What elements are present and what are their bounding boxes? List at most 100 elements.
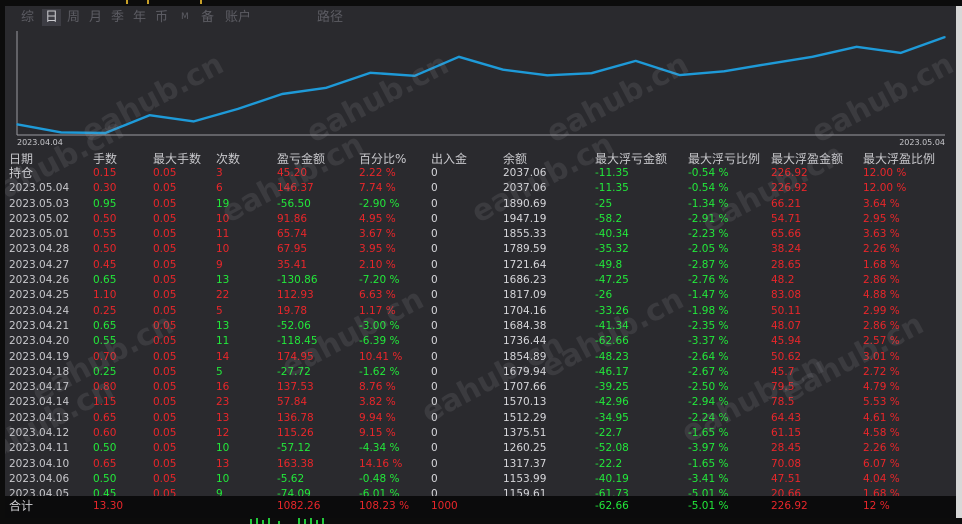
cell-mflp: -1.65 % — [688, 457, 729, 470]
balance-point-8 — [369, 72, 372, 74]
cell-pnl: -130.86 — [277, 274, 318, 287]
cell-pnl: -52.06 — [277, 319, 311, 332]
tab-3[interactable]: 月 — [89, 9, 102, 26]
cell-lots: 0.50 — [93, 212, 117, 225]
col-header-10[interactable]: 最大浮盈金额 — [771, 151, 843, 167]
col-header-8[interactable]: 最大浮亏金额 — [595, 151, 667, 167]
cell-lots: 0.95 — [93, 197, 117, 210]
table-row[interactable]: 2023.05.01 0.55 0.05 11 65.74 3.67 % 0 1855.33 -… — [5, 227, 956, 242]
table-row[interactable]: 2023.04.20 0.55 0.05 11 -118.45 -6.39 % 0 1736.… — [5, 334, 956, 349]
cell-pnl: 57.84 — [277, 396, 308, 409]
table-row[interactable]: 2023.04.12 0.60 0.05 12 115.26 9.15 % 0 1375.51… — [5, 426, 956, 441]
table-row[interactable]: 2023.04.17 0.80 0.05 16 137.53 8.76 % 0 1707.66… — [5, 380, 956, 395]
cell-mflp: -1.98 % — [688, 304, 729, 317]
table-row[interactable]: 2023.04.18 0.25 0.05 5 -27.72 -1.62 % 0 1679.94… — [5, 365, 956, 380]
table-row[interactable]: 2023.05.02 0.50 0.05 10 91.86 4.95 % 0 1947.19 -… — [5, 212, 956, 227]
cell-pct: 3.82 % — [359, 396, 396, 409]
cell-bal: 1890.69 — [503, 197, 547, 210]
col-header-4[interactable]: 盈亏金额 — [277, 151, 325, 167]
cell-count: 11 — [216, 335, 230, 348]
table-row[interactable]: 2023.04.28 0.50 0.05 10 67.95 3.95 % 0 1789.59 -… — [5, 242, 956, 257]
balance-point-21 — [944, 36, 946, 38]
col-header-3[interactable]: 次数 — [216, 151, 240, 167]
cell-lots: 0.25 — [93, 365, 117, 378]
col-header-7[interactable]: 余额 — [503, 151, 527, 167]
tab-1[interactable]: 日 — [42, 9, 62, 26]
cell-bal: 1704.16 — [503, 304, 547, 317]
cell-mfl: -47.25 — [595, 274, 629, 287]
cell-flow: 0 — [431, 442, 438, 455]
total-label: 合计 — [9, 499, 34, 513]
tab-6[interactable]: 币 — [155, 9, 168, 26]
cell-mfpp: 5.53 % — [863, 396, 900, 409]
balance-point-0 — [16, 123, 18, 126]
table-row[interactable]: 2023.04.27 0.45 0.05 9 35.41 2.10 % 0 1721.64 -4… — [5, 258, 956, 273]
cell-lots: 0.65 — [93, 411, 117, 424]
table-row[interactable]: 2023.04.06 0.50 0.05 10 -5.62 -0.48 % 0 1153.99… — [5, 472, 956, 487]
table-row[interactable]: 2023.05.04 0.30 0.05 6 146.37 7.74 % 0 2037.06 -… — [5, 181, 956, 196]
tab-4[interactable]: 季 — [111, 9, 124, 26]
balance-chart: 2023.04.04 2023.05.04 — [16, 31, 946, 147]
cell-date: 2023.04.19 — [9, 350, 70, 363]
col-header-1[interactable]: 手数 — [93, 151, 117, 167]
balance-point-11 — [502, 68, 504, 71]
cell-mflp: -2.64 % — [688, 350, 729, 363]
cell-bal: 1679.94 — [503, 365, 547, 378]
tab-7[interactable]: M — [181, 9, 189, 26]
table-header: 日期 手数 最大手数 次数 盈亏金额 百分比% 出入金 余额 最大浮亏金额 最大浮亏比例 最大浮盈金… — [5, 151, 956, 167]
balance-point-19 — [855, 46, 858, 48]
cell-mfl: -62.66 — [595, 335, 629, 348]
table-row[interactable]: 2023.04.14 1.15 0.05 23 57.84 3.82 % 0 1570.13 -… — [5, 395, 956, 410]
col-header-5[interactable]: 百分比% — [359, 151, 406, 167]
total-max-float-loss: -62.66 — [595, 500, 629, 512]
cell-mfp: 61.15 — [771, 427, 802, 440]
col-header-2[interactable]: 最大手数 — [153, 151, 201, 167]
cell-date: 2023.04.24 — [9, 304, 70, 317]
cell-lots: 0.55 — [93, 335, 117, 348]
table-body: 持仓 0.15 0.05 3 45.20 2.22 % 0 2037.06 -11.35 -0.5… — [5, 166, 956, 518]
col-header-0[interactable]: 日期 — [9, 151, 33, 167]
tab-10[interactable]: 路径 — [317, 9, 343, 26]
col-header-6[interactable]: 出入金 — [431, 151, 467, 167]
table-row[interactable]: 2023.04.25 1.10 0.05 22 112.93 6.63 % 0 1817.09… — [5, 288, 956, 303]
cell-bal: 1721.64 — [503, 258, 547, 271]
cell-date: 2023.04.11 — [9, 442, 70, 455]
cell-mflp: -0.54 % — [688, 182, 729, 195]
table-row[interactable]: 2023.04.24 0.25 0.05 5 19.78 1.17 % 0 1704.16 -3… — [5, 304, 956, 319]
table-row[interactable]: 2023.04.26 0.65 0.05 13 -130.86 -7.20 % 0 1686.… — [5, 273, 956, 288]
tab-5[interactable]: 年 — [133, 9, 146, 26]
cell-mfp: 226.92 — [771, 182, 808, 195]
cell-date: 2023.04.06 — [9, 472, 70, 485]
table-row[interactable]: 2023.04.10 0.65 0.05 13 163.38 14.16 % 0 1317.3… — [5, 457, 956, 472]
cell-count: 6 — [216, 182, 223, 195]
balance-point-18 — [811, 56, 814, 58]
balance-point-14 — [634, 60, 637, 62]
table-row[interactable]: 2023.04.13 0.65 0.05 13 136.78 9.94 % 0 1512.29… — [5, 411, 956, 426]
cell-mfpp: 2.57 % — [863, 335, 900, 348]
cell-mflp: -1.47 % — [688, 289, 729, 302]
table-row[interactable]: 持仓 0.15 0.05 3 45.20 2.22 % 0 2037.06 -11.35 -0.5… — [5, 166, 956, 181]
cell-pnl: -56.50 — [277, 197, 311, 210]
cell-mflp: -2.24 % — [688, 411, 729, 424]
cell-mfpp: 3.01 % — [863, 350, 900, 363]
cell-lots: 0.50 — [93, 442, 117, 455]
cell-flow: 0 — [431, 457, 438, 470]
cell-bal: 1317.37 — [503, 457, 547, 470]
tab-2[interactable]: 周 — [67, 9, 80, 26]
col-header-11[interactable]: 最大浮盈比例 — [863, 151, 935, 167]
tab-9[interactable]: 账户 — [225, 9, 251, 26]
col-header-9[interactable]: 最大浮亏比例 — [688, 151, 760, 167]
cell-maxlots: 0.05 — [153, 396, 177, 409]
cell-maxlots: 0.05 — [153, 335, 177, 348]
table-row[interactable]: 2023.04.11 0.50 0.05 10 -57.12 -4.34 % 0 1260.2… — [5, 441, 956, 456]
cell-mfl: -25 — [595, 197, 613, 210]
balance-point-15 — [679, 74, 681, 76]
table-row[interactable]: 2023.04.21 0.65 0.05 13 -52.06 -3.00 % 0 1684.3… — [5, 319, 956, 334]
tab-0[interactable]: 综 — [21, 9, 34, 26]
cell-maxlots: 0.05 — [153, 197, 177, 210]
cell-date: 2023.04.21 — [9, 319, 70, 332]
cell-maxlots: 0.05 — [153, 182, 177, 195]
table-row[interactable]: 2023.05.03 0.95 0.05 19 -56.50 -2.90 % 0 1890.6… — [5, 197, 956, 212]
table-row[interactable]: 2023.04.19 0.70 0.05 14 174.95 10.41 % 0 1854.8… — [5, 350, 956, 365]
tab-8[interactable]: 备 — [201, 9, 214, 26]
